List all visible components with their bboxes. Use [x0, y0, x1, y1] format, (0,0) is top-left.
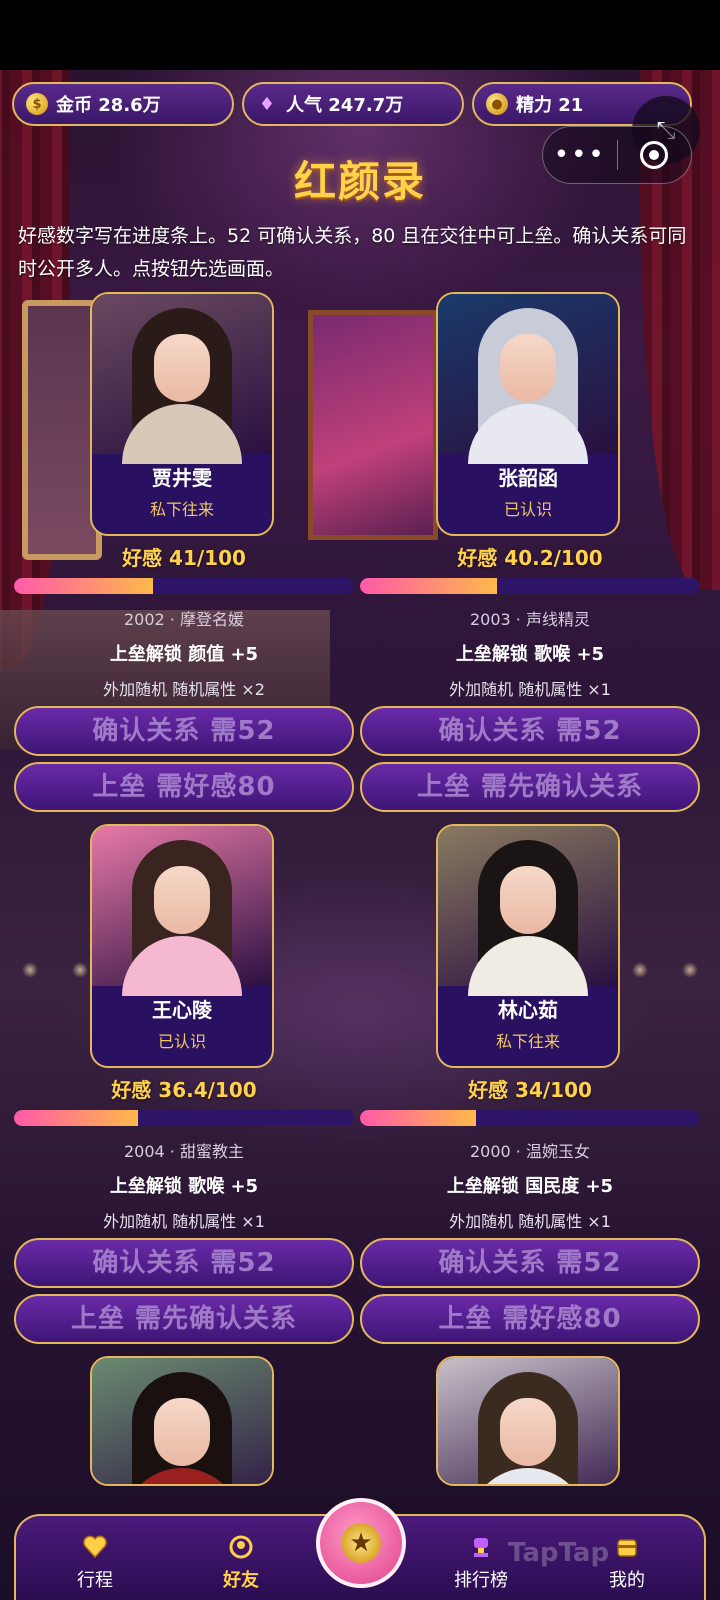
random-bonus: 外加随机 随机属性 ×2 [103, 680, 265, 699]
unlock-reward: 上垒解锁 国民度 +5 [446, 1176, 614, 1197]
favor-progress-bar [14, 1110, 354, 1126]
watermark: TapTap [508, 1538, 610, 1568]
nav-itinerary[interactable]: 行程 [50, 1534, 140, 1592]
favor-label: 好感 34/100 [468, 1078, 592, 1102]
treasure-icon [617, 1539, 637, 1557]
energy-value: 精力 21 [516, 95, 584, 116]
character-portrait[interactable]: 林心茹 私下往来 [436, 824, 620, 1068]
character-name: 张韶函 [498, 466, 558, 490]
favor-progress-bar [360, 1110, 700, 1126]
advance-relationship-button[interactable]: 上垒 需先确认关系 [360, 762, 700, 812]
advance-relationship-button[interactable]: 上垒 需好感80 [360, 1294, 700, 1344]
random-bonus: 外加随机 随机属性 ×1 [449, 680, 611, 699]
favor-progress-bar [14, 578, 354, 594]
character-photo [92, 1358, 272, 1484]
confirm-relationship-button[interactable]: 确认关系 需52 [360, 706, 700, 756]
diamond-icon: ♦ [258, 93, 276, 115]
confirm-relationship-button[interactable]: 确认关系 需52 [14, 706, 354, 756]
unlock-reward: 上垒解锁 颜值 +5 [109, 644, 259, 665]
random-bonus: 外加随机 随机属性 ×1 [449, 1212, 611, 1231]
confirm-relationship-button[interactable]: 确认关系 需52 [360, 1238, 700, 1288]
character-photo [438, 294, 618, 464]
character-photo [438, 826, 618, 996]
character-name: 王心陵 [152, 998, 212, 1022]
character-meta: 2002 · 摩登名媛 [124, 610, 244, 629]
character-photo [438, 1358, 618, 1484]
photo-face [500, 866, 556, 934]
character-photo [92, 294, 272, 464]
favor-progress-bar [360, 578, 700, 594]
wall-poster [308, 310, 438, 540]
character-meta: 2003 · 声线精灵 [470, 610, 590, 629]
character-name: 林心茹 [498, 998, 558, 1022]
confirm-relationship-button[interactable]: 确认关系 需52 [14, 1238, 354, 1288]
favor-label: 好感 36.4/100 [111, 1078, 257, 1102]
relationship-status: 已认识 [503, 500, 552, 519]
favor-progress-fill [14, 1110, 138, 1126]
relationship-status: 私下往来 [495, 1032, 560, 1051]
friends-icon [229, 1535, 253, 1559]
relationship-status: 已认识 [157, 1032, 206, 1051]
nav-friends[interactable]: 好友 [196, 1534, 286, 1592]
relationship-status: 私下往来 [149, 500, 214, 519]
character-portrait[interactable] [436, 1356, 620, 1486]
favor-label: 好感 40.2/100 [457, 546, 603, 570]
favor-progress-fill [14, 578, 154, 594]
photo-face [154, 866, 210, 934]
character-photo [92, 826, 272, 996]
advance-relationship-button[interactable]: 上垒 需先确认关系 [14, 1294, 354, 1344]
unlock-reward: 上垒解锁 歌喉 +5 [455, 644, 605, 665]
character-meta: 2004 · 甜蜜教主 [124, 1142, 244, 1161]
photo-face [500, 1398, 556, 1466]
character-portrait[interactable]: 王心陵 已认识 [90, 824, 274, 1068]
photo-face [154, 1398, 210, 1466]
photo-face [154, 334, 210, 402]
energy-icon: ● [486, 93, 508, 115]
favor-progress-fill [360, 1110, 476, 1126]
coins-value: 金币 28.6万 [56, 95, 161, 116]
character-name: 贾井雯 [152, 466, 212, 490]
trophy-icon [474, 1538, 488, 1557]
character-portrait[interactable]: 贾井雯 私下往来 [90, 292, 274, 536]
heart-icon [83, 1535, 107, 1559]
popularity-stat: ♦ 人气 247.7万 [242, 82, 464, 126]
coin-icon: $ [26, 93, 48, 115]
unlock-reward: 上垒解锁 歌喉 +5 [109, 1176, 259, 1197]
character-meta: 2000 · 温婉玉女 [470, 1142, 590, 1161]
favor-progress-fill [360, 578, 497, 594]
coins-stat: $ 金币 28.6万 [12, 82, 234, 126]
favor-label: 好感 41/100 [122, 546, 246, 570]
center-star-button[interactable]: ★ [316, 1498, 406, 1588]
advance-relationship-button[interactable]: 上垒 需好感80 [14, 762, 354, 812]
character-portrait[interactable]: 张韶函 已认识 [436, 292, 620, 536]
popularity-value: 人气 247.7万 [286, 95, 404, 116]
intro-text: 好感数字写在进度条上。52 可确认关系，80 且在交往中可上垒。确认关系可同时公… [18, 225, 687, 280]
page-title: 红颜录 [293, 157, 426, 206]
status-bar [0, 0, 720, 70]
star-icon: ★ [341, 1523, 381, 1563]
random-bonus: 外加随机 随机属性 ×1 [103, 1212, 265, 1231]
photo-face [500, 334, 556, 402]
character-portrait[interactable] [90, 1356, 274, 1486]
